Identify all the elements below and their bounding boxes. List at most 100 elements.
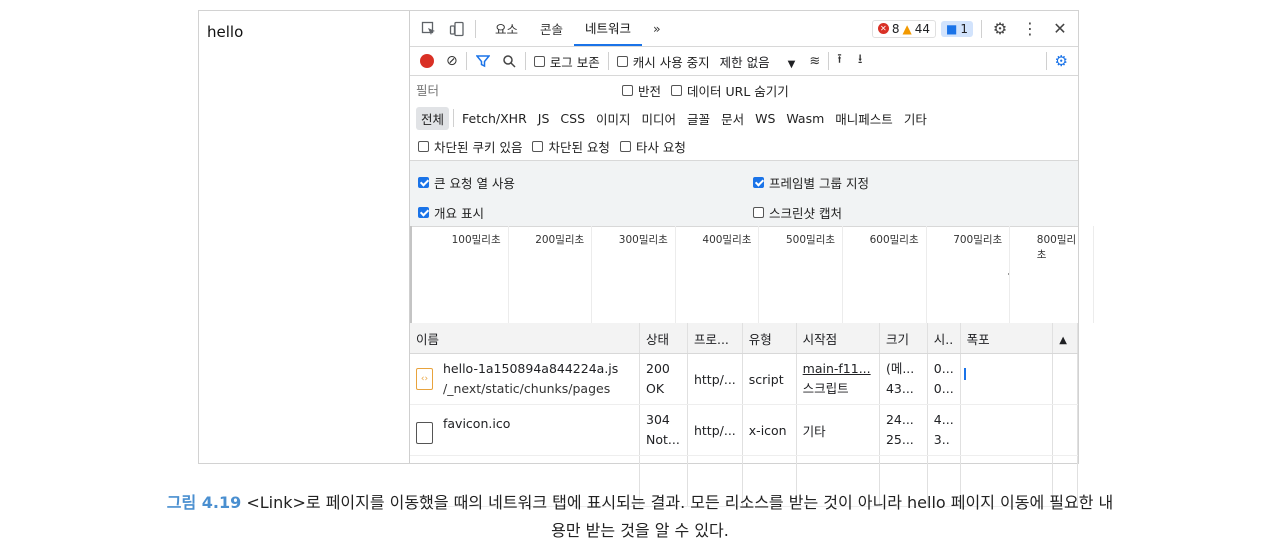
divider — [475, 19, 476, 38]
caption-text-1: <Link>로 페이지를 이동했을 때의 네트워크 탭에 표시되는 결과. 모든… — [246, 493, 1114, 512]
group-by-frame-label: 프레임별 그룹 지정 — [769, 176, 869, 191]
settings-gear-icon[interactable]: ⚙ — [990, 19, 1010, 38]
messages-badge[interactable]: ■ 1 — [941, 20, 973, 37]
third-party-checkbox[interactable]: 타사 요청 — [619, 137, 686, 156]
time-latency: 3.. — [933, 432, 950, 447]
tab-elements[interactable]: 요소 — [484, 11, 529, 46]
throttling-select[interactable]: 제한 없음 ▼ — [720, 52, 796, 71]
timeline-gridline — [674, 226, 676, 323]
type-filter-6[interactable]: 글꼴 — [682, 107, 715, 130]
status-code: 200 — [646, 361, 670, 376]
divider — [465, 52, 467, 70]
timeline-tick-label: 500밀리초 — [786, 234, 836, 246]
timeline-gridline — [925, 226, 927, 323]
type-cell: x-icon — [742, 404, 797, 456]
download-har-icon[interactable]: ⭳ — [858, 50, 863, 72]
timeline-tick-label: 700밀리초 — [953, 234, 1003, 246]
type-filter-3[interactable]: CSS — [555, 109, 590, 128]
device-toolbar-icon[interactable] — [447, 21, 467, 37]
show-overview-checkbox[interactable]: 개요 표시 — [418, 203, 484, 222]
protocol-cell: http/... — [687, 404, 743, 456]
column-header-protocol[interactable]: 프로... — [687, 323, 743, 354]
disable-cache-checkbox[interactable]: 캐시 사용 중지 — [616, 52, 710, 71]
timeline-gridline — [1009, 226, 1011, 323]
tab-network[interactable]: 네트워크 — [574, 11, 643, 46]
throttling-value: 제한 없음 — [719, 54, 770, 70]
invert-checkbox[interactable]: 반전 — [622, 81, 661, 100]
column-header-type[interactable]: 유형 — [742, 323, 797, 354]
figure-caption: 그림 4.19 <Link>로 페이지를 이동했을 때의 네트워크 탭에 표시되… — [0, 489, 1280, 545]
status-code: 304 — [646, 412, 670, 427]
type-filter-5[interactable]: 미디어 — [637, 107, 682, 130]
table-row[interactable]: favicon.ico 304 Not... http/... x-icon 기타… — [410, 404, 1078, 456]
page-content-text: hello — [207, 23, 244, 41]
initiator-link[interactable]: main-f11... — [803, 361, 873, 377]
column-header-status[interactable]: 상태 — [639, 323, 688, 354]
capture-screenshots-checkbox[interactable]: 스크린샷 캡처 — [753, 203, 842, 222]
warning-icon: ▲ — [902, 21, 912, 36]
search-icon[interactable] — [501, 54, 517, 68]
more-options-icon[interactable]: ⋮ — [1020, 19, 1040, 38]
big-request-rows-label: 큰 요청 열 사용 — [434, 176, 515, 191]
show-overview-label: 개요 표시 — [434, 206, 484, 221]
type-filter-2[interactable]: JS — [533, 109, 555, 128]
column-header-size[interactable]: 크기 — [879, 323, 928, 354]
type-filter-7[interactable]: 문서 — [716, 107, 749, 130]
more-tabs-button[interactable]: » — [642, 11, 672, 46]
protocol-cell: http/... — [687, 353, 743, 405]
resource-type-filters: 전체 Fetch/XHR JS CSS 이미지 미디어 글꼴 문서 WS Wasm 매니페스트 기타 — [410, 104, 1078, 132]
type-filter-9[interactable]: Wasm — [781, 109, 829, 128]
divider — [524, 52, 526, 70]
preserve-log-label: 로그 보존 — [549, 54, 600, 70]
overview-timeline[interactable]: 100밀리초 200밀리초 300밀리초 400밀리초 500밀리초 600밀리초 700밀… — [410, 226, 1094, 324]
filter-input[interactable] — [410, 80, 610, 100]
group-by-frame-checkbox[interactable]: 프레임별 그룹 지정 — [753, 173, 869, 192]
big-request-rows-checkbox[interactable]: 큰 요청 열 사용 — [418, 173, 515, 192]
type-filter-11[interactable]: 기타 — [899, 107, 932, 130]
hide-data-urls-checkbox[interactable]: 데이터 URL 숨기기 — [671, 81, 789, 100]
type-filter-4[interactable]: 이미지 — [591, 107, 636, 130]
column-header-time[interactable]: 시.. — [927, 323, 961, 354]
script-file-icon: ‹› — [416, 368, 433, 390]
type-filter-8[interactable]: WS — [750, 109, 780, 128]
column-header-name[interactable]: 이름 — [410, 323, 641, 354]
issue-counts[interactable]: ✕ 8 ▲ 44 — [871, 19, 937, 38]
sort-ascending-icon[interactable]: ▲ — [1052, 323, 1078, 354]
type-filter-1[interactable]: Fetch/XHR — [457, 109, 532, 128]
type-filter-10[interactable]: 매니페스트 — [830, 107, 898, 130]
blocked-requests-checkbox[interactable]: 차단된 요청 — [532, 137, 610, 156]
network-settings-gear-icon[interactable]: ⚙ — [1055, 52, 1068, 70]
inspect-element-icon[interactable] — [419, 21, 439, 37]
request-name: favicon.ico — [443, 416, 511, 431]
divider — [981, 19, 982, 38]
third-party-label: 타사 요청 — [635, 139, 686, 155]
filter-icon[interactable] — [475, 54, 491, 68]
column-header-waterfall[interactable]: 폭포 — [960, 323, 1054, 354]
preserve-log-checkbox[interactable]: 로그 보존 — [533, 52, 600, 71]
checkbox-box — [753, 207, 764, 218]
type-cell: script — [742, 353, 797, 405]
close-icon[interactable]: ✕ — [1050, 19, 1070, 38]
record-icon[interactable] — [420, 54, 434, 68]
checkbox-box — [671, 84, 683, 96]
size-resource: 43... — [885, 381, 914, 396]
timeline-tick-label: 300밀리초 — [618, 234, 668, 246]
column-header-initiator[interactable]: 시작점 — [796, 323, 880, 354]
status-text: Not... — [646, 432, 680, 447]
error-count: 8 — [891, 21, 900, 36]
blocked-filters-row: 차단된 쿠키 있음 차단된 요청 타사 요청 — [410, 132, 1078, 161]
clear-icon[interactable]: ⊘ — [446, 53, 458, 69]
type-filter-0[interactable]: 전체 — [416, 106, 450, 130]
checkbox-box — [616, 55, 628, 67]
tab-console[interactable]: 콘솔 — [529, 11, 574, 46]
network-conditions-icon[interactable]: ≋ — [809, 54, 820, 69]
divider — [453, 109, 455, 127]
upload-har-icon[interactable]: ⭱ — [837, 50, 842, 72]
status-text: OK — [646, 381, 665, 396]
blocked-cookies-checkbox[interactable]: 차단된 쿠키 있음 — [418, 137, 522, 156]
checkbox-box — [532, 140, 544, 152]
request-name: hello-1a150894a844224a.js — [443, 361, 619, 376]
checkbox-box — [418, 140, 429, 152]
checkbox-box — [418, 177, 429, 188]
table-row[interactable]: ‹› hello-1a150894a844224a.js /_next/stat… — [410, 353, 1078, 405]
